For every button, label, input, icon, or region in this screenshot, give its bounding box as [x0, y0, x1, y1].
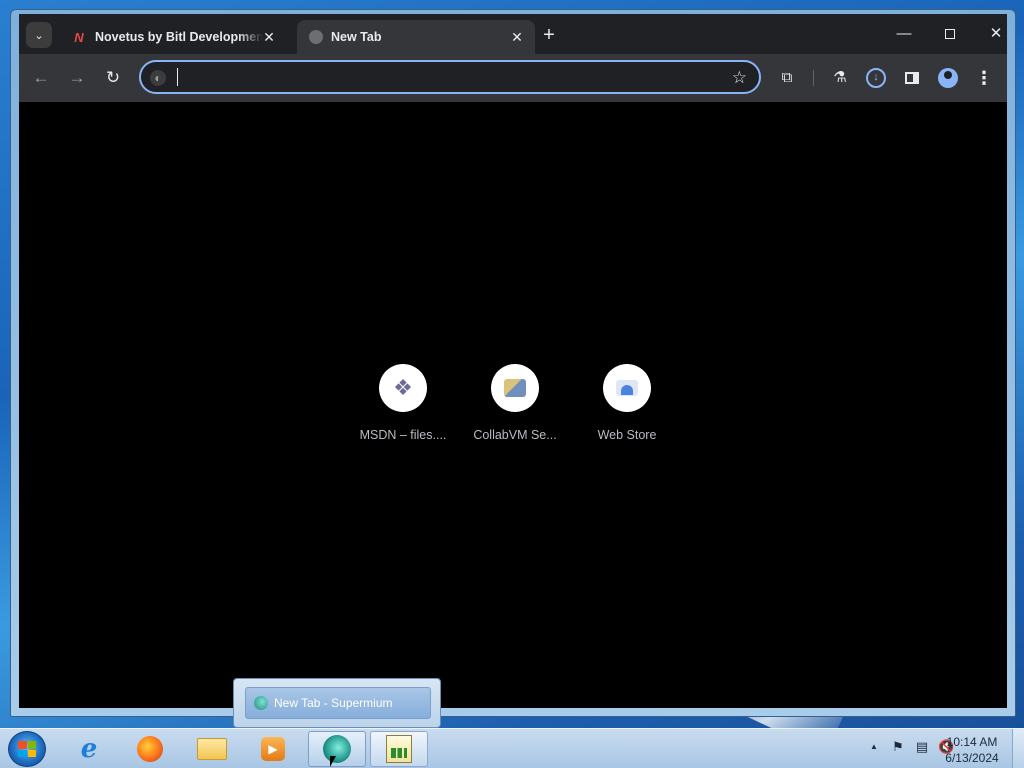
- thumbnail-title: New Tab - Supermium: [274, 696, 393, 710]
- maximize-button[interactable]: [927, 22, 973, 46]
- taskbar-firefox[interactable]: [121, 731, 179, 767]
- tab-novetus[interactable]: N Novetus by Bitl Development S ✕: [59, 20, 287, 54]
- taskbar-internet-explorer[interactable]: e: [60, 731, 118, 767]
- shortcut-label: CollabVM Se...: [473, 428, 557, 442]
- tab-close-icon[interactable]: ✕: [509, 29, 525, 45]
- shortcut-icon-circle: ❖: [379, 364, 427, 412]
- download-button[interactable]: ↓: [864, 66, 888, 90]
- text-cursor: [177, 68, 178, 86]
- shortcut-tile-msdn[interactable]: ❖ MSDN – files....: [353, 364, 453, 442]
- clock-date: 6/13/2024: [945, 751, 999, 765]
- shortcut-icon-circle: [603, 364, 651, 412]
- browser-chrome: ⌄ N Novetus by Bitl Development S ✕ New …: [19, 14, 1007, 102]
- tab-title: Novetus by Bitl Development S: [95, 30, 263, 44]
- tab-strip: ⌄ N Novetus by Bitl Development S ✕ New …: [19, 14, 1007, 54]
- taskbar-thumbnail-popup: New Tab - Supermium: [233, 678, 441, 728]
- chevron-down-icon: ⌄: [34, 29, 44, 42]
- browser-toolbar: ← → ↻ ◐ ☆ ⧉ ⚗ ↓ ⋮: [19, 54, 1007, 102]
- side-panel-button[interactable]: [900, 66, 924, 90]
- internet-explorer-icon: e: [80, 734, 98, 764]
- thumbnail-window-item[interactable]: New Tab - Supermium: [245, 687, 431, 719]
- shortcut-tile-collabvm[interactable]: CollabVM Se...: [465, 364, 565, 442]
- system-clock[interactable]: 10:14 AM 6/13/2024: [936, 734, 1008, 766]
- supermium-icon: [254, 696, 268, 710]
- start-button[interactable]: [8, 731, 46, 767]
- taskbar-scratch[interactable]: [370, 731, 428, 767]
- shortcut-label: Web Store: [597, 428, 657, 442]
- new-tab-button[interactable]: +: [539, 25, 559, 45]
- clock-time: 10:14 AM: [946, 735, 998, 749]
- globe-icon: [309, 30, 323, 44]
- extensions-icon[interactable]: ⧉: [775, 66, 799, 90]
- download-icon: ↓: [866, 68, 886, 89]
- taskbar-windows-explorer[interactable]: [183, 731, 241, 767]
- supermium-icon: [323, 735, 351, 763]
- tab-new-tab[interactable]: New Tab ✕: [297, 20, 535, 54]
- media-player-icon: ▶: [261, 737, 285, 761]
- forward-button[interactable]: →: [65, 66, 89, 90]
- network-icon[interactable]: ▤: [914, 739, 930, 755]
- address-input[interactable]: [175, 68, 715, 88]
- labs-flask-icon[interactable]: ⚗: [828, 66, 852, 90]
- new-tab-page: ❖ MSDN – files.... CollabVM Se... Web St…: [19, 102, 1007, 708]
- reload-button[interactable]: ↻: [101, 66, 125, 90]
- back-button[interactable]: ←: [29, 66, 53, 90]
- browser-window: ⌄ N Novetus by Bitl Development S ✕ New …: [10, 9, 1016, 717]
- site-info-icon[interactable]: ◐: [150, 70, 166, 86]
- shortcut-tile-web-store[interactable]: Web Store: [577, 364, 677, 442]
- shortcut-icon-circle: [491, 364, 539, 412]
- tab-close-icon[interactable]: ✕: [261, 29, 277, 45]
- firefox-icon: [137, 736, 163, 762]
- show-desktop-button[interactable]: [1012, 729, 1024, 768]
- browser-menu-button[interactable]: ⋮: [972, 66, 996, 90]
- shortcut-label: MSDN – files....: [359, 428, 447, 442]
- msdn-icon: ❖: [393, 375, 413, 400]
- maximize-icon: [945, 29, 955, 40]
- taskbar-supermium[interactable]: [308, 731, 366, 767]
- scratch-icon: [386, 735, 412, 763]
- taskbar: e ▶ ▲ ⚑ ▤ 🔇 10:14 AM 6/13/2024: [0, 728, 1024, 768]
- close-window-button[interactable]: ✕: [973, 22, 1019, 46]
- web-store-icon: [616, 380, 638, 396]
- windows-logo-icon: [18, 741, 36, 757]
- profile-button[interactable]: [936, 66, 960, 90]
- tab-search-button[interactable]: ⌄: [26, 22, 52, 48]
- minimize-button[interactable]: —: [881, 22, 927, 46]
- action-center-flag-icon[interactable]: ⚑: [890, 739, 906, 755]
- tab-title: New Tab: [331, 30, 382, 44]
- address-bar[interactable]: ◐ ☆: [139, 60, 761, 94]
- toolbar-divider: [813, 70, 814, 86]
- novetus-n-icon: N: [74, 29, 84, 45]
- collabvm-icon: [504, 379, 526, 397]
- show-hidden-icons-button[interactable]: ▲: [866, 739, 882, 755]
- taskbar-media-player[interactable]: ▶: [244, 731, 302, 767]
- bookmark-star-icon[interactable]: ☆: [732, 68, 747, 88]
- side-panel-icon: [905, 72, 919, 85]
- avatar-icon: [938, 68, 958, 89]
- folder-icon: [197, 738, 227, 760]
- mouse-pointer: [330, 756, 336, 767]
